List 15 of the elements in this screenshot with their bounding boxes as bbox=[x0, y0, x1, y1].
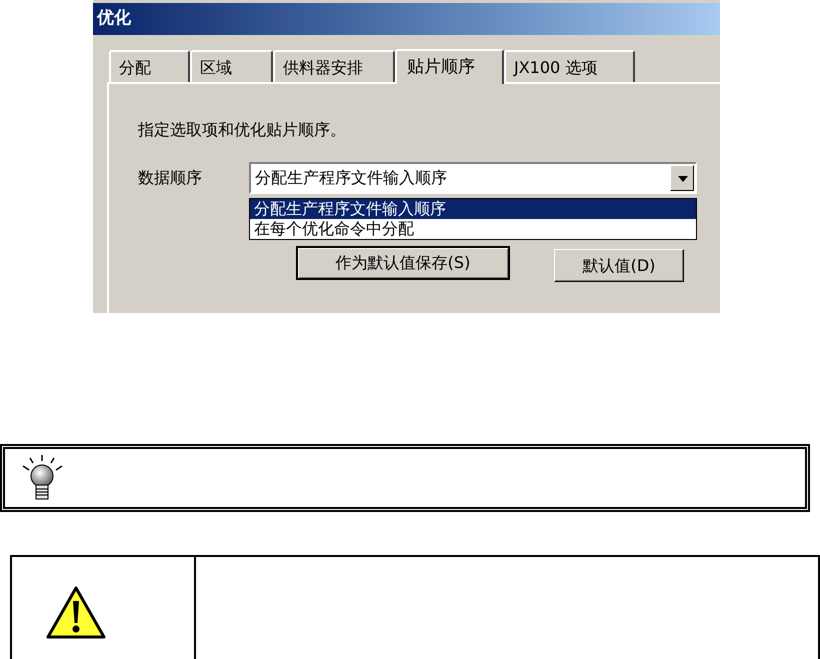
tab[interactable]: 贴片顺序 bbox=[395, 49, 504, 84]
tab[interactable]: 供料器安排 bbox=[273, 50, 395, 82]
description-text: 指定选取项和优化贴片顺序。 bbox=[138, 120, 346, 140]
dropdown-field[interactable]: 分配生产程序文件输入顺序 bbox=[249, 162, 697, 194]
tab[interactable]: JX100 选项 bbox=[504, 50, 635, 82]
button[interactable]: 作为默认值保存(S) bbox=[296, 246, 510, 280]
warning-icon bbox=[46, 586, 106, 640]
dropdown-option[interactable]: 在每个优化命令中分配 bbox=[250, 219, 696, 239]
dropdown-option[interactable]: 分配生产程序文件输入顺序 bbox=[250, 199, 696, 219]
tab[interactable]: 区域 bbox=[190, 50, 273, 82]
tab[interactable]: 分配 bbox=[109, 50, 190, 82]
window-title: 优化 bbox=[97, 7, 131, 30]
button[interactable]: 默认值(D) bbox=[554, 249, 684, 282]
light-bulb-icon bbox=[21, 454, 65, 502]
field-label: 数据顺序 bbox=[138, 167, 203, 189]
